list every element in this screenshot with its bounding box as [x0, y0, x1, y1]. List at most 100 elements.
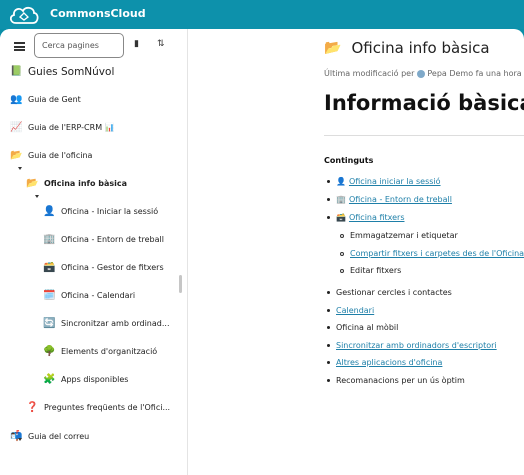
sidebar-item-guia-de-gent[interactable]: 👥 Guia de Gent	[10, 93, 81, 106]
toc-subitem[interactable]: Compartir fitxers i carpetes des de l'Of…	[340, 249, 524, 258]
sidebar-item-guia-correu[interactable]: 📬 Guia del correu	[10, 430, 89, 443]
page-title: Oficina info bàsica	[351, 39, 490, 57]
sidebar-item-label: Oficina - Gestor de fitxers	[61, 263, 164, 272]
bullet	[340, 268, 344, 273]
toc-item: Recomanacions per un ús òptim	[327, 376, 465, 385]
open-folder-icon: 📂	[324, 40, 342, 56]
toc-text: Gestionar cercles i contactes	[336, 288, 452, 297]
mailbox-icon: 📬	[10, 431, 23, 442]
sidebar-item-iniciar-sessio[interactable]: 👤 Oficina - Iniciar la sessió	[43, 205, 158, 218]
toc-link[interactable]: Oficina - Entorn de treball	[349, 195, 452, 204]
sidebar-item-elements-organitzacio[interactable]: 🌳 Elements d'organització	[43, 345, 157, 358]
bullet	[327, 180, 330, 183]
bullet	[327, 361, 330, 364]
user-icon: 👤	[336, 177, 346, 186]
green-book-icon: 📗	[10, 66, 23, 77]
toc-item[interactable]: 👤 Oficina iniciar la sessió	[327, 177, 441, 186]
sidebar-item-sincronitzar[interactable]: 🔄 Sincronitzar amb ordinad...	[43, 317, 169, 330]
sidebar-item-preguntes-frequents[interactable]: ❓ Preguntes freqüents de l'Ofici...	[26, 401, 170, 414]
divider	[324, 135, 524, 136]
expand-caret-icon[interactable]	[18, 438, 22, 441]
sidebar: Cerca pagines ▮ ⇅ 📗 Guies SomNúvol 👥 Gui…	[0, 29, 188, 475]
card-file-box-icon: 🗃️	[43, 262, 56, 273]
sync-icon: 🔄	[43, 318, 56, 329]
sidebar-item-label: Oficina - Entorn de treball	[61, 235, 164, 244]
search-input[interactable]: Cerca pagines	[34, 33, 124, 58]
toc-item[interactable]: Altres aplicacions d'oficina	[327, 358, 442, 367]
main-content: 📂 Oficina info bàsica Última modificació…	[189, 29, 524, 475]
expand-caret-icon[interactable]	[35, 195, 39, 198]
sidebar-item-label: Sincronitzar amb ordinad...	[61, 319, 170, 328]
modified-time: fa una hora	[475, 69, 522, 78]
sidebar-item-gestor-fitxers[interactable]: 🗃️ Oficina - Gestor de fitxers	[43, 261, 164, 274]
sidebar-scrollbar[interactable]	[179, 275, 182, 293]
sidebar-item-label: Preguntes freqüents de l'Ofici...	[44, 403, 171, 412]
toc-item[interactable]: 🏢 Oficina - Entorn de treball	[327, 195, 452, 204]
toc-text: Emmagatzemar i etiquetar	[350, 231, 458, 240]
toc-item[interactable]: 🗃️ Oficina fitxers	[327, 213, 404, 222]
book-title-label: Guies SomNúvol	[28, 65, 115, 78]
sidebar-item-label: Oficina - Calendari	[61, 291, 136, 300]
book-title[interactable]: 📗 Guies SomNúvol	[10, 65, 114, 78]
open-folder-icon: 📂	[10, 150, 23, 161]
bullet	[327, 216, 330, 219]
bullet	[327, 198, 330, 201]
toc-link[interactable]: Sincronitzar amb ordinadors d'escriptori	[336, 341, 497, 350]
sidebar-item-label: Elements d'organització	[61, 347, 158, 356]
toc-text: Recomanacions per un ús òptim	[336, 376, 465, 385]
calendar-icon: 🗓️	[43, 290, 56, 301]
cloud-logo-icon[interactable]	[8, 4, 40, 25]
user-icon: 👤	[43, 206, 56, 217]
office-building-icon: 🏢	[43, 234, 56, 245]
sidebar-item-entorn-treball[interactable]: 🏢 Oficina - Entorn de treball	[43, 233, 164, 246]
modified-user[interactable]: Pepa Demo	[427, 69, 473, 78]
office-building-icon: 🏢	[336, 195, 346, 204]
sidebar-item-apps-disponibles[interactable]: 🧩 Apps disponibles	[43, 373, 128, 386]
sidebar-item-oficina-info-basica[interactable]: 📂 Oficina info bàsica	[26, 177, 127, 190]
bullet	[327, 344, 330, 347]
bullet	[340, 251, 344, 256]
page-heading: Informació bàsica de	[324, 91, 524, 115]
toc-subitem: Emmagatzemar i etiquetar	[340, 231, 458, 240]
bullet	[327, 379, 330, 382]
sidebar-item-calendari[interactable]: 🗓️ Oficina - Calendari	[43, 289, 135, 302]
bullet	[327, 291, 330, 294]
menu-icon[interactable]	[14, 42, 25, 51]
bullet	[340, 233, 344, 238]
sidebar-item-guia-oficina[interactable]: 📂 Guia de l'oficina	[10, 149, 92, 162]
toc-item[interactable]: Sincronitzar amb ordinadors d'escriptori	[327, 341, 497, 350]
modified-prefix: Última modificació per	[324, 69, 415, 78]
toc-link[interactable]: Calendari	[336, 306, 374, 315]
toc-item[interactable]: Calendari	[327, 306, 374, 315]
toc-text: Oficina al mòbil	[336, 323, 399, 332]
toc-link[interactable]: Oficina iniciar la sessió	[349, 177, 441, 186]
sidebar-item-label: Guia del correu	[28, 432, 90, 441]
sidebar-item-label: Apps disponibles	[61, 375, 129, 384]
chart-increasing-icon: 📈	[10, 122, 23, 133]
expand-caret-icon[interactable]	[18, 167, 22, 170]
puzzle-piece-icon: 🧩	[43, 374, 56, 385]
sidebar-item-label: Oficina - Iniciar la sessió	[61, 207, 159, 216]
toc-subitem: Editar fitxers	[340, 266, 401, 275]
card-file-box-icon: 🗃️	[336, 213, 346, 222]
toc-link[interactable]: Altres aplicacions d'oficina	[336, 358, 442, 367]
sidebar-item-label: Guia de l'ERP-CRM 📊	[28, 123, 115, 132]
toc-item: Gestionar cercles i contactes	[327, 288, 452, 297]
toc-title: Continguts	[324, 156, 374, 165]
avatar	[417, 69, 426, 78]
app-name[interactable]: CommonsCloud	[50, 7, 146, 20]
collapse-icon[interactable]: ▮	[134, 38, 139, 49]
page-header: 📂 Oficina info bàsica	[324, 39, 490, 57]
bullet	[327, 326, 330, 329]
toc-item: Oficina al mòbil	[327, 323, 398, 332]
tree-icon: 🌳	[43, 346, 56, 357]
sidebar-item-label: Guia de Gent	[28, 95, 81, 104]
toc-text: Editar fitxers	[350, 266, 402, 275]
toc-link[interactable]: Oficina fitxers	[349, 213, 405, 222]
bullet	[327, 309, 330, 312]
sidebar-item-guia-erp-crm[interactable]: 📈 Guia de l'ERP-CRM 📊	[10, 121, 115, 134]
open-folder-icon: 📂	[26, 178, 39, 189]
sort-icon[interactable]: ⇅	[157, 38, 165, 49]
sidebar-item-label: Guia de l'oficina	[28, 151, 93, 160]
toc-link[interactable]: Compartir fitxers i carpetes des de l'Of…	[350, 249, 524, 258]
